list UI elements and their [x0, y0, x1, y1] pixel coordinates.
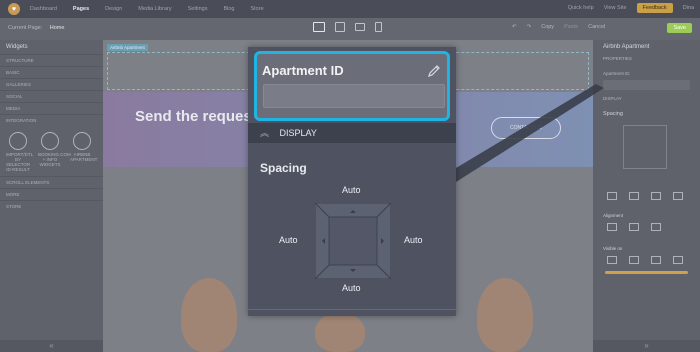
- feedback-button[interactable]: Feedback: [636, 3, 673, 13]
- spacing-left-value[interactable]: Auto: [279, 235, 298, 245]
- current-page-breadcrumb: Current Page: Home: [8, 25, 64, 31]
- user-menu[interactable]: Dina: [683, 5, 694, 11]
- booking-widget-icon: [41, 132, 59, 150]
- desktop-icon[interactable]: [607, 192, 617, 200]
- device-switcher: [313, 22, 382, 32]
- widgets-panel: Widgets STRUCTURE BASIC GALLERIES SOCIAL…: [0, 40, 103, 352]
- category-structure[interactable]: STRUCTURE: [0, 54, 103, 66]
- align-center-icon[interactable]: [629, 223, 639, 231]
- spacing-control-small[interactable]: [623, 125, 667, 169]
- category-integration[interactable]: INTEGRATION: [0, 114, 103, 126]
- import-widget-icon: [9, 132, 27, 150]
- tablet-landscape-icon[interactable]: [651, 256, 661, 264]
- widget-label: BOOKING.COM + INFO WIDGETS: [38, 152, 71, 167]
- widget-label: AIRBNB APARTMENT: [70, 152, 98, 162]
- widgets-panel-title: Widgets: [6, 44, 28, 50]
- paste-button[interactable]: Paste: [564, 24, 578, 30]
- spacing-right-value[interactable]: Auto: [404, 235, 423, 245]
- undo-icon[interactable]: ↶: [512, 24, 517, 30]
- tablet-icon[interactable]: [335, 22, 345, 32]
- align-left-icon[interactable]: [607, 223, 617, 231]
- mobile-icon[interactable]: [375, 22, 382, 32]
- collapse-right-panel-icon[interactable]: »: [593, 340, 700, 352]
- current-page-name[interactable]: Home: [50, 25, 65, 31]
- mobile-icon[interactable]: [673, 256, 683, 264]
- apartment-id-label: Apartment ID: [262, 63, 344, 78]
- quick-help-link[interactable]: Quick help: [568, 5, 594, 11]
- nav-dashboard[interactable]: Dashboard: [30, 6, 57, 12]
- component-label: Airbnb Apartment: [107, 44, 148, 51]
- spacing-box-control: [315, 203, 391, 279]
- category-scroll-elements[interactable]: SCROLL ELEMENTS: [0, 176, 103, 188]
- integration-widgets: IMPORT/DTL BY SELECTOR ID-RESULT BOOKING…: [0, 126, 103, 176]
- team-photo-2: [315, 312, 365, 352]
- desktop-icon[interactable]: [313, 22, 325, 32]
- nav-pages[interactable]: Pages: [73, 6, 89, 12]
- alignment-icons: [593, 220, 700, 234]
- zoomed-properties-popout: Apartment ID ︽ DISPLAY Spacing Auto Auto…: [248, 47, 456, 316]
- category-social[interactable]: SOCIAL: [0, 90, 103, 102]
- display-section-label: DISPLAY: [279, 128, 317, 138]
- divider: [248, 309, 456, 310]
- properties-section-label: PROPERTIES: [603, 56, 632, 61]
- tablet-landscape-icon[interactable]: [651, 192, 661, 200]
- mobile-icon[interactable]: [673, 192, 683, 200]
- nav-media-library[interactable]: Media Library: [138, 6, 171, 12]
- display-section-toggle[interactable]: ︽ DISPLAY: [248, 123, 456, 143]
- chevron-up-icon: ︽: [260, 128, 270, 138]
- airbnb-icon: [73, 132, 91, 150]
- align-right-icon[interactable]: [651, 223, 661, 231]
- spacing-label: Spacing: [603, 111, 623, 117]
- widget-label: IMPORT/DTL BY SELECTOR ID-RESULT: [6, 152, 34, 172]
- nav-store[interactable]: Store: [250, 6, 263, 12]
- category-media[interactable]: MEDIA: [0, 102, 103, 114]
- category-galleries[interactable]: GALLERIES: [0, 78, 103, 90]
- save-button[interactable]: Save: [667, 23, 692, 33]
- editor-toolbar: Current Page: Home ↶ ↷ Copy Paste Cancel…: [0, 18, 700, 40]
- apartment-id-input[interactable]: [263, 84, 445, 108]
- apartment-id-card: Apartment ID: [254, 51, 450, 121]
- visible-on-label: Visible on: [603, 246, 623, 251]
- widget-airbnb-apartment[interactable]: AIRBNB APARTMENT: [70, 132, 98, 172]
- alignment-label: Alignment: [603, 213, 624, 218]
- spacing-top-value[interactable]: Auto: [342, 185, 361, 195]
- cancel-button[interactable]: Cancel: [588, 24, 605, 30]
- spacing-bottom-value[interactable]: Auto: [342, 283, 361, 293]
- contact-us-button[interactable]: CONTACT US: [491, 117, 561, 139]
- spacing-title: Spacing: [260, 161, 307, 175]
- tablet-icon[interactable]: [629, 192, 639, 200]
- team-photo-1: [181, 278, 237, 352]
- widget-import-dtl[interactable]: IMPORT/DTL BY SELECTOR ID-RESULT: [6, 132, 34, 172]
- properties-panel: Airbnb Apartment PROPERTIES Apartment ID…: [593, 40, 700, 352]
- apartment-id-label: Apartment ID: [603, 71, 630, 76]
- pencil-icon[interactable]: [427, 64, 441, 78]
- banner-heading: Send the reques: [135, 108, 252, 125]
- nav-design[interactable]: Design: [105, 6, 122, 12]
- tablet-icon[interactable]: [629, 256, 639, 264]
- copy-button[interactable]: Copy: [541, 24, 554, 30]
- nav-blog[interactable]: Blog: [223, 6, 234, 12]
- category-store[interactable]: STORE: [0, 200, 103, 212]
- top-navigation-bar: ♥ Dashboard Pages Design Media Library S…: [0, 0, 700, 18]
- visibility-slider[interactable]: [605, 271, 688, 274]
- nav-settings[interactable]: Settings: [188, 6, 208, 12]
- visible-on-icons: [593, 253, 700, 267]
- widget-booking[interactable]: BOOKING.COM + INFO WIDGETS: [38, 132, 71, 172]
- category-basic[interactable]: BASIC: [0, 66, 103, 78]
- logo-heart-icon[interactable]: ♥: [8, 3, 20, 15]
- properties-panel-title: Airbnb Apartment: [603, 44, 650, 50]
- current-page-label: Current Page:: [8, 25, 43, 31]
- category-more[interactable]: MORE: [0, 188, 103, 200]
- team-photo-3: [477, 278, 533, 352]
- collapse-left-panel-icon[interactable]: «: [0, 340, 103, 352]
- desktop-icon[interactable]: [607, 256, 617, 264]
- tablet-landscape-icon[interactable]: [355, 23, 365, 31]
- edit-actions: ↶ ↷ Copy Paste Cancel: [512, 24, 605, 30]
- device-visibility-icons: [593, 189, 700, 203]
- redo-icon[interactable]: ↷: [527, 24, 532, 30]
- apartment-id-input-small[interactable]: [603, 80, 690, 90]
- view-site-link[interactable]: View Site: [604, 5, 627, 11]
- display-section-label[interactable]: DISPLAY: [593, 94, 700, 103]
